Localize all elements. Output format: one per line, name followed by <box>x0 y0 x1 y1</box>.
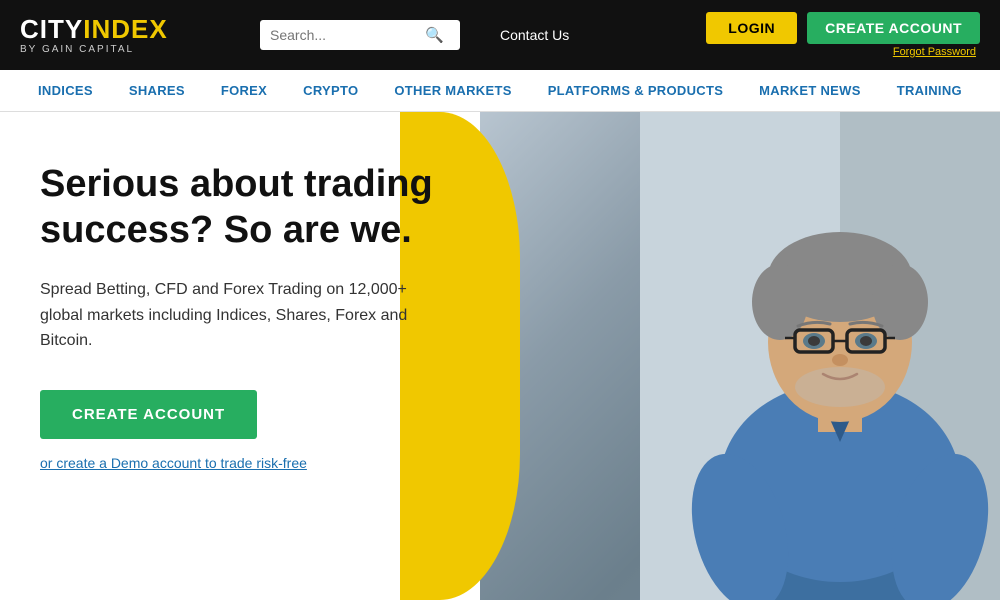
header-right: LOGIN CREATE ACCOUNT Forgot Password <box>706 12 980 58</box>
nav-item-shares[interactable]: SHARES <box>111 70 203 112</box>
main-nav: INDICES SHARES FOREX CRYPTO OTHER MARKET… <box>0 70 1000 112</box>
nav-item-crypto[interactable]: CRYPTO <box>285 70 376 112</box>
header: CITYINDEX BY GAIN CAPITAL 🔍 Contact Us L… <box>0 0 1000 70</box>
hero-subtext: Spread Betting, CFD and Forex Trading on… <box>40 277 420 354</box>
nav-item-forex[interactable]: FOREX <box>203 70 285 112</box>
create-account-hero-button[interactable]: CREATE ACCOUNT <box>40 390 257 439</box>
nav-item-other-markets[interactable]: OTHER MARKETS <box>376 70 529 112</box>
logo: CITYINDEX BY GAIN CAPITAL <box>20 15 180 55</box>
login-button[interactable]: LOGIN <box>706 12 797 44</box>
hero-image-area <box>400 112 1000 600</box>
logo-sub: BY GAIN CAPITAL <box>20 44 180 55</box>
hero-person-svg <box>590 112 1000 600</box>
nav-item-market-news[interactable]: MARKET NEWS <box>741 70 879 112</box>
hero-person-image <box>480 112 1000 600</box>
nav-item-platforms[interactable]: PLATFORMS & PRODUCTS <box>530 70 741 112</box>
search-icon: 🔍 <box>425 26 444 44</box>
demo-account-link[interactable]: or create a Demo account to trade risk-f… <box>40 455 307 471</box>
logo-index: INDEX <box>83 14 167 44</box>
create-account-header-button[interactable]: CREATE ACCOUNT <box>807 12 980 44</box>
hero-left: Serious about trading success? So are we… <box>0 112 480 600</box>
hero-section: Serious about trading success? So are we… <box>0 112 1000 600</box>
logo-city: CITY <box>20 14 83 44</box>
hero-headline: Serious about trading success? So are we… <box>40 162 440 253</box>
forgot-password-link[interactable]: Forgot Password <box>893 46 976 58</box>
search-box[interactable]: 🔍 <box>260 20 460 50</box>
contact-us-link[interactable]: Contact Us <box>500 27 569 43</box>
search-input[interactable] <box>270 27 425 43</box>
nav-item-training[interactable]: TRAINING <box>879 70 980 112</box>
btn-row: LOGIN CREATE ACCOUNT <box>706 12 980 44</box>
nav-item-indices[interactable]: INDICES <box>20 70 111 112</box>
